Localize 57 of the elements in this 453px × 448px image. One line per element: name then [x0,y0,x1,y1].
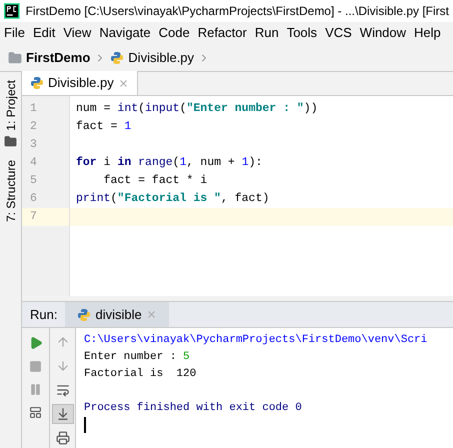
soft-wrap-icon [56,382,70,397]
scroll-to-end-button[interactable] [52,404,74,424]
folder-icon [8,50,22,64]
line-number: 5 [30,174,37,187]
text-cursor [84,417,86,433]
menu-item[interactable]: View [59,23,96,43]
console-line: Factorial is 120 [84,368,196,380]
menu-item[interactable]: Window [356,23,410,43]
stop-button[interactable] [29,360,42,373]
line-number: 4 [30,156,37,169]
run-button[interactable] [28,336,42,350]
menu-item[interactable]: Navigate [95,23,155,43]
menu-item[interactable]: VCS [321,23,356,43]
menu-item[interactable]: Refactor [194,23,251,43]
line-number: 1 [30,102,37,115]
editor-tab[interactable]: Divisible.py [22,71,138,95]
python-file-icon [77,308,92,322]
stop-icon [29,360,42,373]
app-logo-icon [4,3,20,19]
code-line: fact = fact * i [102,174,208,187]
tool-window-tab[interactable]: 1: Project [2,80,20,131]
pause-icon [29,383,42,396]
folder-icon [4,134,17,148]
code-line: num = int(input("Enter number : ")) [76,102,318,115]
close-icon[interactable] [118,78,129,88]
console-line: Process finished with exit code 0 [84,402,302,414]
menu-item[interactable]: File [0,23,29,43]
line-number: 2 [30,120,37,133]
breadcrumb-item[interactable]: Divisible.py [128,48,194,68]
menu-item[interactable]: Code [154,23,194,43]
python-file-icon [110,50,124,64]
scroll-to-end-icon [56,406,70,421]
play-icon [28,336,42,350]
layout-button[interactable] [29,406,42,419]
breadcrumb-item[interactable]: FirstDemo [26,48,90,68]
layout-icon [29,406,42,419]
run-tab[interactable]: divisible [65,302,169,327]
menu-item[interactable]: Edit [28,23,60,43]
code-line: fact = 1 [76,120,132,133]
python-file-icon [30,76,44,90]
menu-item[interactable]: Tools [282,23,322,43]
line-number: 6 [30,192,37,205]
menu-item[interactable]: Help [410,23,445,43]
close-icon[interactable] [146,309,157,320]
tool-window-tab[interactable]: 7: Structure [2,160,20,222]
menu-item[interactable]: Run [250,23,283,43]
print-icon [56,431,70,446]
pause-button[interactable] [29,383,42,396]
up-arrow-icon [56,334,70,349]
line-number: 7 [30,210,37,223]
window-title: FirstDemo [C:\Users\vinayak\PycharmProjects\FirstDemo] - ...\Divisible.py [First [26,3,449,20]
console-line: C:\Users\vinayak\PycharmProjects\FirstDemo\venv\Scri [84,334,428,346]
code-line: print("Factorial is ", fact) [76,192,270,205]
line-number: 3 [30,138,37,151]
console-line: Enter number : 5 [84,351,190,363]
run-panel-label: Run: [29,306,58,324]
code-line: for i in range(1, num + 1): [76,156,262,169]
